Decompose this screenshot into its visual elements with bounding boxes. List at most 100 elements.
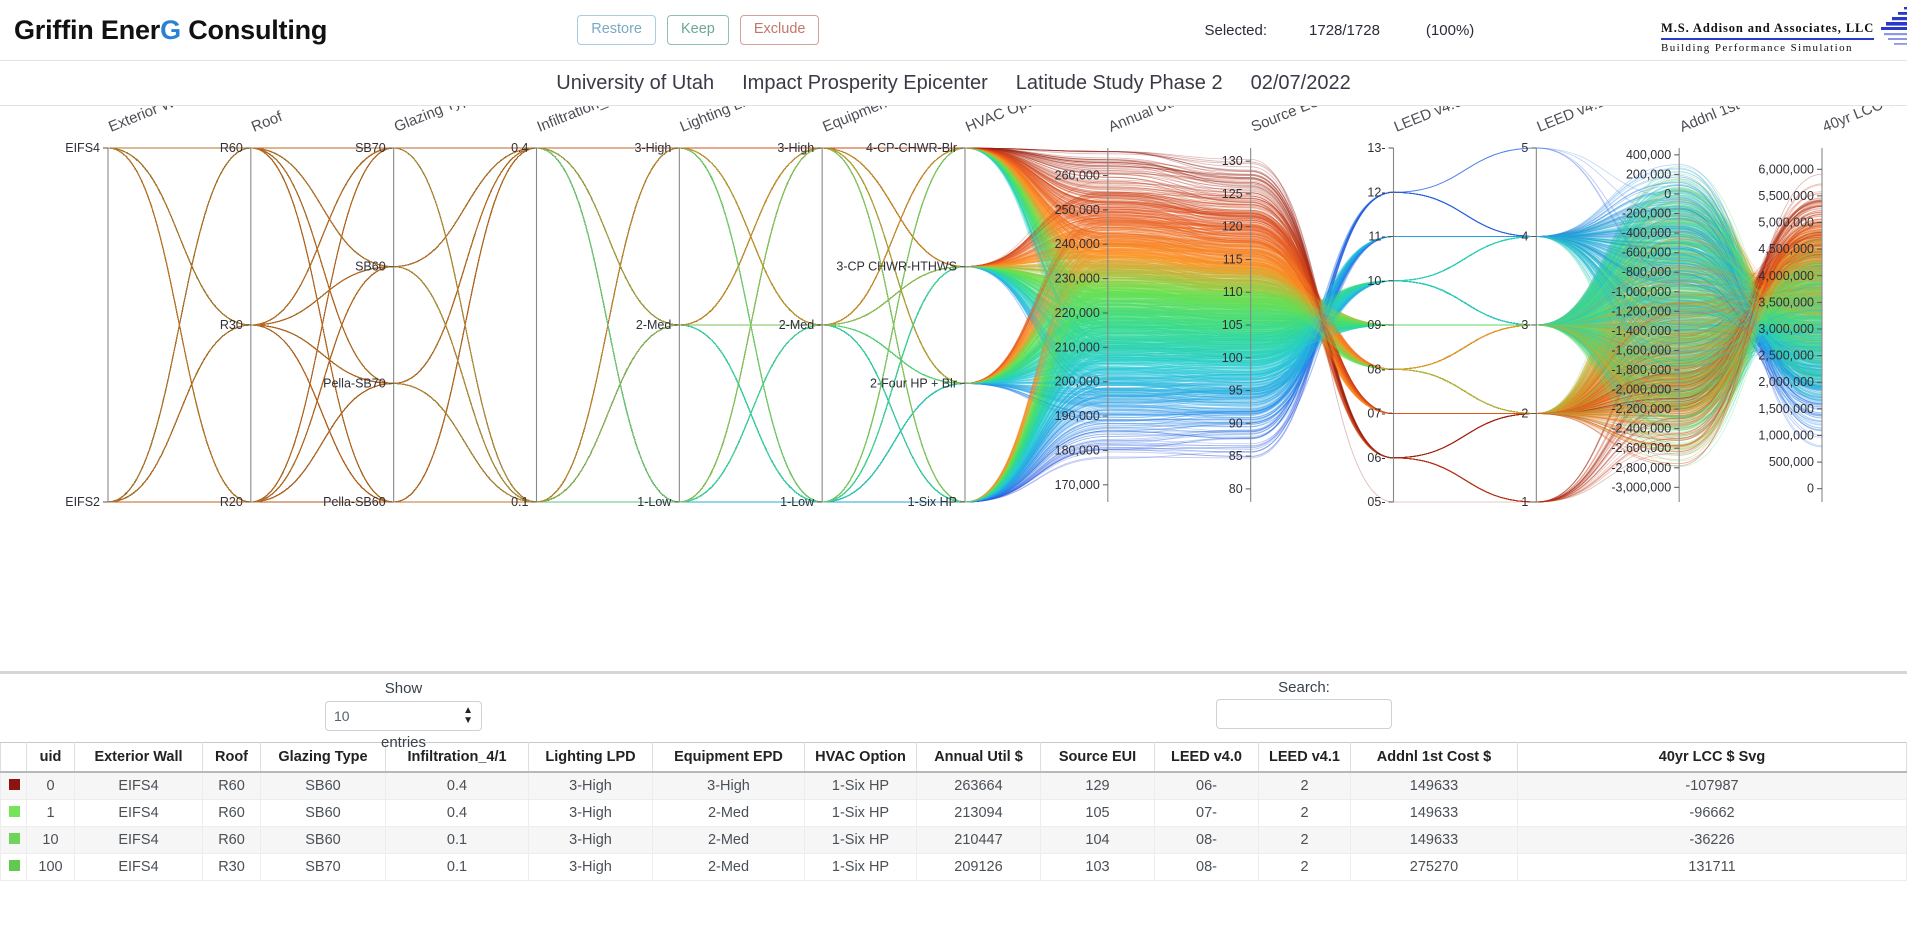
axis-tick-label: 95 — [1229, 384, 1243, 398]
selected-percent: (100%) — [1425, 21, 1475, 39]
selected-label: Selected: — [1204, 21, 1268, 39]
table-row[interactable]: 100 EIFS4 R30 SB70 0.1 3-High 2-Med 1-Six HP 209… — [0, 853, 1907, 881]
restore-button[interactable]: Restore — [577, 15, 656, 45]
table-cell-infiltration-4-1: 0.4 — [385, 772, 529, 800]
axis-tick-label: 06- — [1367, 451, 1385, 465]
axis-tick-label: 400,000 — [1626, 148, 1671, 162]
table-cell-40yr-lcc-svg: -107987 — [1517, 772, 1907, 800]
row-color-swatch — [0, 799, 27, 827]
table-cell-40yr-lcc-svg: 131711 — [1517, 853, 1907, 881]
axis-tick-label: 3,500,000 — [1758, 295, 1814, 309]
table-cell-leed-v4-0: 08- — [1154, 826, 1259, 854]
app-brand-title: Griffin EnerG Consulting — [14, 15, 327, 46]
table-header-exterior-wall[interactable]: Exterior Wall — [74, 742, 203, 773]
axis-tick-label: 105 — [1222, 318, 1243, 332]
table-header-uid[interactable]: uid — [26, 742, 75, 773]
axis-tick-label: R30 — [220, 318, 243, 332]
table-cell-source-eui: 104 — [1040, 826, 1155, 854]
table-header-lighting-lpd[interactable]: Lighting LPD — [528, 742, 653, 773]
table-header-annual-util[interactable]: Annual Util $ — [916, 742, 1041, 773]
search-input[interactable] — [1216, 699, 1392, 729]
axis-title-infiltration-4-1: Infiltration_4/1 — [535, 106, 629, 136]
axis-tick-label: 5,000,000 — [1758, 216, 1814, 230]
logo-tagline: Building Performance Simulation — [1661, 42, 1853, 54]
axis-tick-label: -1,200,000 — [1611, 304, 1671, 318]
table-cell-source-eui: 129 — [1040, 772, 1155, 800]
axis-tick-label: -1,600,000 — [1611, 343, 1671, 357]
table-cell-exterior-wall: EIFS4 — [74, 853, 203, 881]
parallel-coordinates-chart[interactable]: Exterior Wall EIFS4 EIFS2 Roof R60 R30 R20 Glaz… — [0, 106, 1907, 671]
brand-text-post: Consulting — [180, 14, 328, 45]
table-cell-roof: R60 — [202, 772, 261, 800]
axis-tick-label: 2-Four HP + Blr — [870, 376, 957, 390]
table-header-leed-v4-1[interactable]: LEED v4.1 — [1258, 742, 1351, 773]
axis-tick-label: -200,000 — [1622, 207, 1671, 221]
table-cell-exterior-wall: EIFS4 — [74, 772, 203, 800]
table-header-hvac-option[interactable]: HVAC Option — [804, 742, 917, 773]
axis-tick-label: 90 — [1229, 416, 1243, 430]
axis-title-leed-v4-0: LEED v4.0 — [1392, 106, 1465, 136]
subtitle-phase: Latitude Study Phase 2 — [1015, 71, 1223, 94]
axis-tick-label: 4 — [1521, 230, 1528, 244]
table-row[interactable]: 0 EIFS4 R60 SB60 0.4 3-High 3-High 1-Six HP 2636… — [0, 772, 1907, 800]
axis-title-equipment-epd: Equipment EPD — [820, 106, 925, 136]
axis-tick-label: 0.1 — [511, 495, 528, 509]
table-cell-infiltration-4-1: 0.1 — [385, 826, 529, 854]
axis-tick-label: 110 — [1223, 285, 1243, 299]
table-cell-equipment-epd: 2-Med — [652, 853, 805, 881]
axis-tick-label: 6,000,000 — [1758, 162, 1814, 176]
axis-tick-label: 180,000 — [1055, 443, 1100, 457]
axis-title-glazing-type: Glazing Type — [392, 106, 479, 136]
axis-tick-label: 10- — [1367, 274, 1385, 288]
table-row[interactable]: 1 EIFS4 R60 SB60 0.4 3-High 2-Med 1-Six HP 21309… — [0, 799, 1907, 827]
selected-count: 1728/1728 — [1309, 21, 1380, 39]
axis-tick-label: 210,000 — [1055, 340, 1100, 354]
table-header-color[interactable] — [0, 742, 27, 773]
axis-tick-label: -800,000 — [1622, 265, 1671, 279]
logo-divider-rule — [1661, 38, 1875, 40]
table-cell-glazing-type: SB60 — [260, 799, 386, 827]
table-header-40yr-lcc-svg[interactable]: 40yr LCC $ Svg — [1517, 742, 1907, 773]
table-cell-leed-v4-1: 2 — [1258, 772, 1351, 800]
keep-button[interactable]: Keep — [667, 15, 729, 45]
axis-tick-label: 09- — [1367, 318, 1385, 332]
axis-tick-label: 3 — [1521, 318, 1528, 332]
axis-tick-label: 3-CP CHWR-HTHWS — [836, 260, 957, 274]
row-color-swatch — [0, 772, 27, 800]
axis-tick-label: R20 — [220, 495, 243, 509]
axis-title-exterior-wall: Exterior Wall — [106, 106, 191, 136]
axis-tick-label: SB60 — [355, 260, 386, 274]
axis-title-roof: Roof — [249, 108, 286, 136]
axis-tick-label: 240,000 — [1055, 237, 1100, 251]
axis-tick-label: 13- — [1367, 141, 1385, 155]
axis-title-source-eui: Source EUI — [1249, 106, 1326, 136]
axis-title-hvac-option: HVAC Option — [963, 106, 1052, 136]
search-control: Search: — [1216, 679, 1392, 729]
entries-per-page-select[interactable]: 10 ▲ ▼ — [325, 701, 482, 731]
table-cell-glazing-type: SB60 — [260, 826, 386, 854]
axis-tick-label: 500,000 — [1769, 455, 1814, 469]
table-header-roof[interactable]: Roof — [202, 742, 261, 773]
show-entries-control: Show 10 ▲ ▼ entries — [325, 679, 482, 753]
table-cell-annual-util: 263664 — [916, 772, 1041, 800]
parallel-coordinates-svg[interactable]: Exterior Wall EIFS4 EIFS2 Roof R60 R30 R20 Glaz… — [0, 106, 1907, 669]
axis-tick-label: 0.4 — [511, 141, 528, 155]
table-row[interactable]: 10 EIFS4 R60 SB60 0.1 3-High 2-Med 1-Six HP 2104… — [0, 826, 1907, 854]
action-button-group: Restore Keep Exclude — [577, 15, 820, 45]
table-header-source-eui[interactable]: Source EUI — [1040, 742, 1155, 773]
axis-tick-label: 5,500,000 — [1758, 189, 1814, 203]
table-header-leed-v4-0[interactable]: LEED v4.0 — [1154, 742, 1259, 773]
axis-title-leed-v4-1: LEED v4.1 — [1534, 106, 1607, 136]
table-header-addnl-1st-cost[interactable]: Addnl 1st Cost $ — [1350, 742, 1518, 773]
search-label: Search: — [1278, 679, 1330, 696]
logo-company-name: M.S. Addison and Associates, LLC — [1661, 21, 1875, 35]
axis-tick-label: 190,000 — [1055, 409, 1100, 423]
top-bar: Griffin EnerG Consulting Restore Keep Ex… — [0, 0, 1907, 60]
results-table: uid Exterior Wall Roof Glazing Type Infiltra… — [0, 742, 1907, 881]
table-cell-hvac-option: 1-Six HP — [804, 799, 917, 827]
subtitle-project: Impact Prosperity Epicenter — [742, 71, 988, 94]
table-cell-exterior-wall: EIFS4 — [74, 799, 203, 827]
table-header-equipment-epd[interactable]: Equipment EPD — [652, 742, 805, 773]
table-cell-40yr-lcc-svg: -96662 — [1517, 799, 1907, 827]
exclude-button[interactable]: Exclude — [739, 15, 820, 45]
